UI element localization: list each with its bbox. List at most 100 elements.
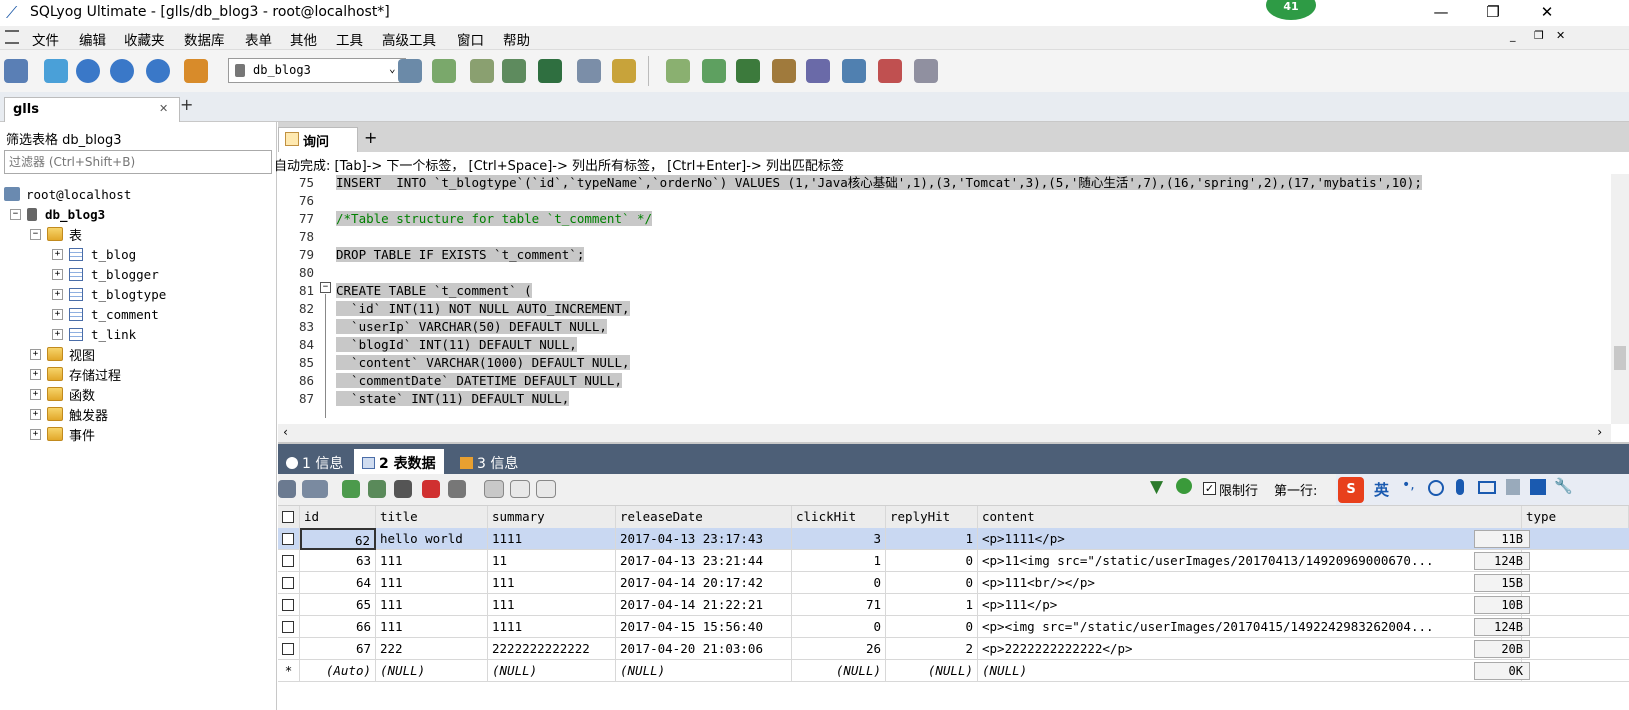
grid-cell[interactable]: 3 — [792, 528, 886, 550]
grid-cell[interactable]: 2017-04-14 21:22:21 — [616, 594, 792, 616]
expand-icon[interactable]: + — [52, 268, 63, 280]
grid-cell[interactable]: 111 — [376, 616, 488, 638]
mdi-minimize-button[interactable]: _ — [1510, 29, 1516, 42]
mdi-close-button[interactable]: ✕ — [1556, 29, 1565, 42]
column-header[interactable]: summary — [488, 506, 616, 528]
menu-advanced-tools[interactable]: 高级工具 — [382, 29, 436, 49]
grid-cell[interactable]: 2017-04-20 21:03:06 — [616, 638, 792, 660]
new-row[interactable]: * (Auto) (NULL) (NULL) (NULL) (NULL) (NULL) (NU… — [278, 660, 1629, 682]
grid-cell[interactable]: 26 — [792, 638, 886, 660]
editor-vertical-scrollbar[interactable] — [1611, 174, 1629, 424]
grid-cell[interactable]: 111 — [488, 572, 616, 594]
sql-editor[interactable]: 自动完成: [Tab]-> 下一个标签， [Ctrl+Space]-> 列出所有… — [274, 152, 1629, 442]
tab-query[interactable]: 询问 — [278, 127, 358, 152]
connection-tab-glls[interactable]: glls ✕ — [4, 97, 180, 122]
wrench-icon[interactable]: 🔧 — [1554, 477, 1573, 495]
menu-favorites[interactable]: 收藏夹 — [124, 29, 165, 49]
grid-cell[interactable]: 0 — [792, 616, 886, 638]
expand-icon[interactable]: + — [30, 408, 41, 420]
add-query-tab-button[interactable]: + — [364, 128, 377, 147]
tree-functions-folder[interactable]: + 函数 — [4, 384, 274, 404]
grid-cell[interactable]: (NULL) — [886, 660, 978, 682]
grid-cell[interactable]: 2017-04-14 20:17:42 — [616, 572, 792, 594]
column-header[interactable]: content — [978, 506, 1522, 528]
grid-cell[interactable]: 111 — [488, 594, 616, 616]
row-checkbox[interactable] — [282, 577, 294, 589]
row-selector[interactable] — [278, 594, 300, 616]
query-builder-icon[interactable] — [914, 59, 938, 83]
grid-cell[interactable]: 67 — [300, 638, 376, 660]
grid-cell[interactable]: 62 — [300, 528, 376, 550]
menu-help[interactable]: 帮助 — [503, 29, 530, 49]
grid-mode-icon[interactable] — [484, 480, 504, 498]
collapse-icon[interactable]: − — [30, 228, 41, 240]
grid-cell[interactable]: hello world — [376, 528, 488, 550]
menu-database[interactable]: 数据库 — [184, 29, 225, 49]
grid-cell[interactable]: 111 — [376, 594, 488, 616]
tab-messages[interactable]: 1 信息 — [278, 449, 351, 474]
restore-button[interactable]: ❐ — [1470, 0, 1516, 26]
forward-icon[interactable] — [110, 59, 134, 83]
grid-cell[interactable]: 0 — [886, 550, 978, 572]
grid-cell[interactable]: <p>11<img src="/static/userImages/201704… — [978, 550, 1522, 572]
restore-icon[interactable] — [702, 59, 726, 83]
scroll-right-icon[interactable]: › — [1596, 425, 1603, 439]
refresh-icon[interactable] — [146, 59, 170, 83]
tree-root[interactable]: root@localhost — [4, 184, 274, 204]
designer-icon[interactable] — [878, 59, 902, 83]
scrollbar-thumb[interactable] — [1614, 346, 1626, 370]
limit-rows-checkbox[interactable]: ✓ — [1203, 482, 1216, 495]
tree-db[interactable]: − db_blog3 — [4, 204, 274, 224]
keyboard-icon[interactable] — [1478, 481, 1496, 494]
column-header[interactable]: releaseDate — [616, 506, 792, 528]
row-selector[interactable] — [278, 616, 300, 638]
cancel-icon[interactable] — [448, 480, 466, 498]
grid-cell[interactable]: 2017-04-13 23:17:43 — [616, 528, 792, 550]
select-all-checkbox[interactable] — [282, 511, 294, 523]
grid-cell[interactable]: (NULL) — [616, 660, 792, 682]
mdi-restore-button[interactable]: ❐ — [1534, 29, 1544, 42]
tree-tables-folder[interactable]: − 表 — [4, 224, 274, 244]
microphone-icon[interactable] — [1456, 479, 1464, 495]
form-mode-icon[interactable] — [510, 480, 530, 498]
tab-info[interactable]: 3 信息 — [452, 449, 526, 474]
export-menu-icon[interactable] — [302, 480, 328, 498]
export-icon[interactable] — [806, 59, 830, 83]
refresh-icon[interactable] — [1176, 478, 1192, 494]
tree-events-folder[interactable]: + 事件 — [4, 424, 274, 444]
column-header[interactable]: clickHit — [792, 506, 886, 528]
insert-row-icon[interactable] — [342, 480, 360, 498]
row-checkbox[interactable] — [282, 555, 294, 567]
table-row[interactable]: 66 111 1111 2017-04-15 15:56:40 0 0 <p><img sr… — [278, 616, 1629, 638]
add-connection-tab-button[interactable]: + — [180, 95, 193, 114]
emoji-icon[interactable] — [1428, 480, 1444, 496]
tree-table-item[interactable]: + t_link — [4, 324, 274, 344]
table-row[interactable]: 65 111 111 2017-04-14 21:22:21 71 1 <p>111</p>… — [278, 594, 1629, 616]
new-connection-icon[interactable] — [4, 59, 28, 83]
grid-cell[interactable]: 222 — [376, 638, 488, 660]
row-selector[interactable] — [278, 528, 300, 550]
grid-cell[interactable]: 111 — [376, 550, 488, 572]
delete-icon[interactable] — [422, 480, 440, 498]
back-icon[interactable] — [76, 59, 100, 83]
grid-cell[interactable]: 1 — [886, 594, 978, 616]
filter-input[interactable] — [4, 150, 272, 174]
tree-views-folder[interactable]: + 视图 — [4, 344, 274, 364]
row-checkbox[interactable] — [282, 621, 294, 633]
punctuation-icon[interactable]: •, — [1402, 477, 1415, 493]
grid-cell[interactable]: <p>2222222222222</p> — [978, 638, 1522, 660]
row-selector[interactable] — [278, 638, 300, 660]
select-all-cell[interactable] — [278, 506, 300, 528]
row-checkbox[interactable] — [282, 533, 294, 545]
grid-cell[interactable]: (NULL) — [488, 660, 616, 682]
table-row[interactable]: 64 111 111 2017-04-14 20:17:42 0 0 <p>111<br/>… — [278, 572, 1629, 594]
grid-cell[interactable]: 0 — [792, 572, 886, 594]
menu-other[interactable]: 其他 — [290, 29, 317, 49]
grid-cell[interactable]: 2017-04-13 23:21:44 — [616, 550, 792, 572]
new-query-icon[interactable] — [44, 59, 68, 83]
grid-cell[interactable]: 11 — [488, 550, 616, 572]
grid-cell[interactable]: 1111 — [488, 528, 616, 550]
grid-cell[interactable]: (NULL) — [376, 660, 488, 682]
row-selector[interactable]: * — [278, 660, 300, 682]
schema-icon[interactable] — [184, 59, 208, 83]
